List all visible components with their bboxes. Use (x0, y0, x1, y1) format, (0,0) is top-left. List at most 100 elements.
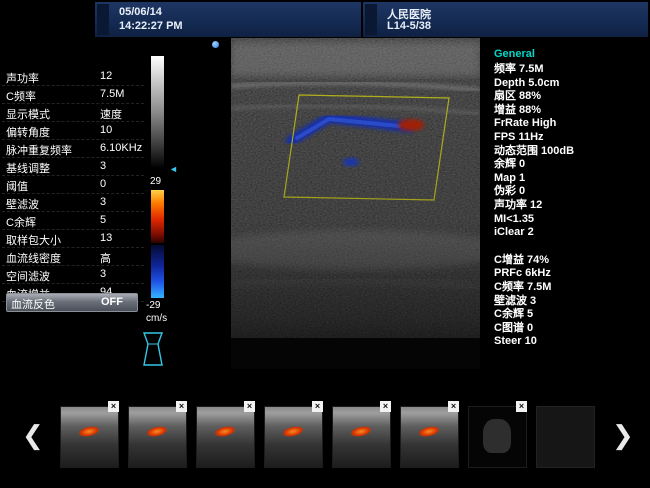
readout-line: C频率 7.5M (494, 281, 646, 295)
header-date: 05/06/14 (119, 6, 162, 18)
param-row[interactable]: 取样包大小 13 (2, 230, 144, 248)
thumbnail[interactable]: × (264, 406, 323, 468)
param-value: 3 (100, 196, 106, 208)
readout-line: 频率 7.5M (494, 63, 646, 77)
toggle-value: OFF (101, 296, 123, 308)
thumbnail-next-button[interactable]: ❯ (612, 418, 634, 452)
readout-line: C余辉 5 (494, 308, 646, 322)
param-row[interactable]: 偏转角度 10 (2, 122, 144, 140)
thumbnail-doppler-blob (214, 425, 235, 438)
param-label: C频率 (6, 88, 36, 104)
header-tab-decor (365, 4, 377, 35)
param-row[interactable]: 空间滤波 3 (2, 266, 144, 284)
thumbnail[interactable]: × (196, 406, 255, 468)
readout-line: 增益 88% (494, 104, 646, 118)
param-row[interactable]: 阈值 0 (2, 176, 144, 194)
readout-line: C增益 74% (494, 254, 646, 268)
param-value: 10 (100, 124, 112, 136)
thumbnail-close-button[interactable]: × (516, 401, 527, 412)
thumbnail[interactable]: × (468, 406, 527, 468)
param-value: 3 (100, 268, 106, 280)
param-label: 基线调整 (6, 160, 50, 176)
param-label: 声功率 (6, 70, 39, 86)
param-label: 阈值 (6, 178, 28, 194)
param-value: 0 (100, 178, 106, 190)
readout-line: 余辉 0 (494, 158, 646, 172)
thumbnail[interactable] (536, 406, 595, 468)
readout-line: Steer 10 (494, 335, 646, 349)
readout-line: 声功率 12 (494, 199, 646, 213)
thumbnail-doppler-blob (418, 425, 439, 438)
param-row[interactable]: 壁滤波 3 (2, 194, 144, 212)
param-label: 显示模式 (6, 106, 50, 122)
readout-line: 壁滤波 3 (494, 295, 646, 309)
param-row[interactable]: 血流线密度 高 (2, 248, 144, 266)
param-value: 6.10KHz (100, 142, 142, 154)
doppler-colorbar-negative (151, 245, 164, 298)
thumbnail-doppler-blob (78, 425, 99, 438)
focus-marker-icon[interactable]: ◄ (169, 164, 178, 174)
param-label: 血流线密度 (6, 250, 61, 266)
preset-title: General (494, 48, 646, 60)
readout-line: iClear 2 (494, 226, 646, 240)
thumbnail-marker-shape (483, 419, 511, 453)
param-value: 13 (100, 232, 112, 244)
thumbnail-close-button[interactable]: × (176, 401, 187, 412)
header-hospital-box: 人民医院 L14-5/38 (363, 2, 648, 37)
param-label: 偏转角度 (6, 124, 50, 140)
param-row[interactable]: 显示模式 速度 (2, 104, 144, 122)
param-row[interactable]: C余辉5 (2, 212, 144, 230)
b-mode-readouts: 频率 7.5MDepth 5.0cm扇区 88%增益 88%FrRate Hig… (494, 63, 646, 240)
thumbnail[interactable]: × (60, 406, 119, 468)
thumbnail[interactable]: × (128, 406, 187, 468)
param-value: 高 (100, 250, 111, 266)
toggle-label: 血流反色 (11, 296, 55, 312)
readout-line: Map 1 (494, 172, 646, 186)
param-value: 7.5M (100, 88, 124, 100)
param-value: 12 (100, 70, 112, 82)
header-datetime-box: 05/06/14 14:22:27 PM (95, 2, 361, 37)
readout-line: Depth 5.0cm (494, 77, 646, 91)
thumbnail-doppler-blob (282, 425, 303, 438)
param-label: 取样包大小 (6, 232, 61, 248)
param-label: 脉冲重复频率 (6, 142, 72, 158)
ultrasound-image-area[interactable] (231, 38, 480, 369)
param-value: 速度 (100, 106, 122, 122)
parameter-list: 声功率 12 C频率 7.5M 显示模式 速度偏转角度 10 脉冲重复频率 6.10KHz 基线调… (2, 68, 144, 302)
thumbnail-close-button[interactable]: × (380, 401, 391, 412)
thumbnail[interactable]: × (332, 406, 391, 468)
thumbnail[interactable]: × (400, 406, 459, 468)
param-label: 壁滤波 (6, 196, 39, 212)
color-mode-readouts: C增益 74%PRFc 6kHzC频率 7.5M壁滤波 3C余辉 5C图谱 0S… (494, 254, 646, 349)
readout-line: FPS 11Hz (494, 131, 646, 145)
param-row[interactable]: 脉冲重复频率 6.10KHz (2, 140, 144, 158)
readout-line: 扇区 88% (494, 90, 646, 104)
body-marker-icon[interactable] (138, 330, 168, 375)
readout-line: FrRate High (494, 117, 646, 131)
param-row[interactable]: 基线调整3 (2, 158, 144, 176)
thumbnail-close-button[interactable]: × (108, 401, 119, 412)
readout-line: 伪彩 0 (494, 185, 646, 199)
velocity-scale-min: -29 (146, 300, 160, 311)
thumbnail-doppler-blob (146, 425, 167, 438)
thumbnail-strip: ××××××× (0, 399, 650, 473)
param-value: 5 (100, 214, 106, 226)
thumbnail-close-button[interactable]: × (448, 401, 459, 412)
thumbnail-close-button[interactable]: × (244, 401, 255, 412)
flow-invert-toggle[interactable]: 血流反色 OFF (6, 293, 138, 312)
probe-model: L14-5/38 (387, 20, 431, 32)
grayscale-bar (151, 56, 164, 168)
param-row[interactable]: 声功率 12 (2, 68, 144, 86)
ultrasound-image (231, 38, 480, 369)
param-row[interactable]: C频率 7.5M (2, 86, 144, 104)
right-readout-panel: General 频率 7.5MDepth 5.0cm扇区 88%增益 88%Fr… (494, 48, 646, 349)
thumbnail-close-button[interactable]: × (312, 401, 323, 412)
readout-line: MI<1.35 (494, 213, 646, 227)
status-led-icon (212, 41, 219, 48)
thumbnail-prev-button[interactable]: ❮ (22, 418, 44, 452)
param-label: 空间滤波 (6, 268, 50, 284)
thumbnail-doppler-blob (350, 425, 371, 438)
header-time: 14:22:27 PM (119, 20, 183, 32)
velocity-scale-unit: cm/s (146, 313, 167, 324)
readout-line: PRFc 6kHz (494, 267, 646, 281)
